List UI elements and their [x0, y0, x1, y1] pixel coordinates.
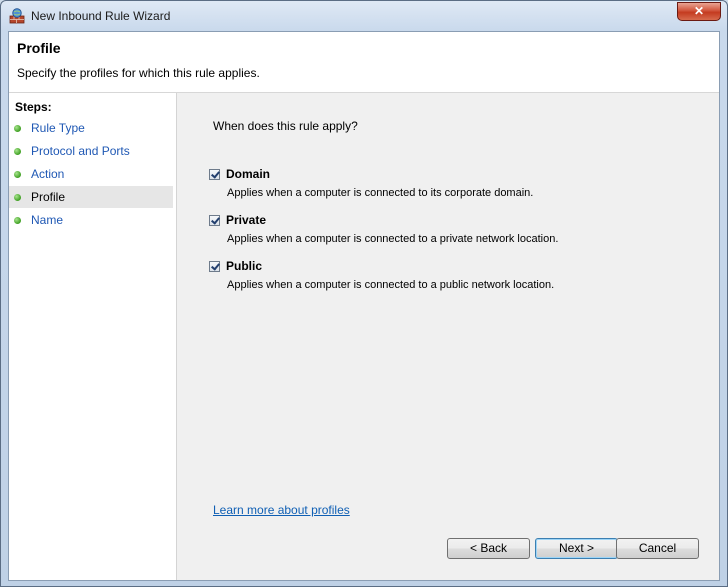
step-status-dot-icon	[14, 171, 21, 178]
page-title: Profile	[17, 40, 61, 56]
step-status-dot-icon	[14, 194, 21, 201]
step-rule-type[interactable]: Rule Type	[9, 117, 173, 139]
step-label: Action	[31, 167, 65, 181]
steps-sidebar: Steps: Rule Type Protocol and Ports Acti…	[9, 93, 177, 580]
step-name[interactable]: Name	[9, 209, 173, 231]
option-public: Public Applies when a computer is connec…	[209, 259, 689, 301]
step-label: Rule Type	[31, 121, 85, 135]
profile-question: When does this rule apply?	[213, 119, 358, 133]
public-description: Applies when a computer is connected to …	[227, 279, 555, 291]
private-label[interactable]: Private	[226, 213, 266, 227]
firewall-icon	[9, 8, 25, 24]
page-description: Specify the profiles for which this rule…	[17, 66, 260, 80]
next-button[interactable]: Next >	[535, 538, 618, 559]
option-private: Private Applies when a computer is conne…	[209, 213, 689, 255]
step-status-dot-icon	[14, 217, 21, 224]
step-label: Protocol and Ports	[31, 144, 130, 158]
option-domain: Domain Applies when a computer is connec…	[209, 167, 689, 209]
public-label[interactable]: Public	[226, 259, 262, 273]
cancel-button[interactable]: Cancel	[616, 538, 699, 559]
wizard-content: When does this rule apply? Domain Applie…	[178, 93, 719, 580]
step-protocol-and-ports[interactable]: Protocol and Ports	[9, 140, 173, 162]
public-checkbox[interactable]	[209, 261, 220, 272]
domain-description: Applies when a computer is connected to …	[227, 187, 534, 199]
window-title: New Inbound Rule Wizard	[31, 9, 171, 23]
close-icon: ✕	[693, 4, 705, 18]
learn-more-link[interactable]: Learn more about profiles	[213, 503, 350, 517]
step-profile[interactable]: Profile	[9, 186, 173, 208]
domain-checkbox[interactable]	[209, 169, 220, 180]
wizard-header: Profile Specify the profiles for which t…	[9, 32, 719, 93]
back-button[interactable]: < Back	[447, 538, 530, 559]
private-description: Applies when a computer is connected to …	[227, 233, 559, 245]
wizard-client-area: Profile Specify the profiles for which t…	[8, 31, 720, 581]
steps-heading: Steps:	[15, 100, 52, 114]
step-status-dot-icon	[14, 148, 21, 155]
step-label: Profile	[31, 190, 66, 204]
step-action[interactable]: Action	[9, 163, 173, 185]
private-checkbox[interactable]	[209, 215, 220, 226]
step-label: Name	[31, 213, 64, 227]
wizard-window: New Inbound Rule Wizard ✕ Profile Specif…	[0, 0, 728, 587]
domain-label[interactable]: Domain	[226, 167, 270, 181]
close-button[interactable]: ✕	[677, 2, 721, 21]
step-status-dot-icon	[14, 125, 21, 132]
title-bar[interactable]: New Inbound Rule Wizard ✕	[1, 1, 727, 31]
